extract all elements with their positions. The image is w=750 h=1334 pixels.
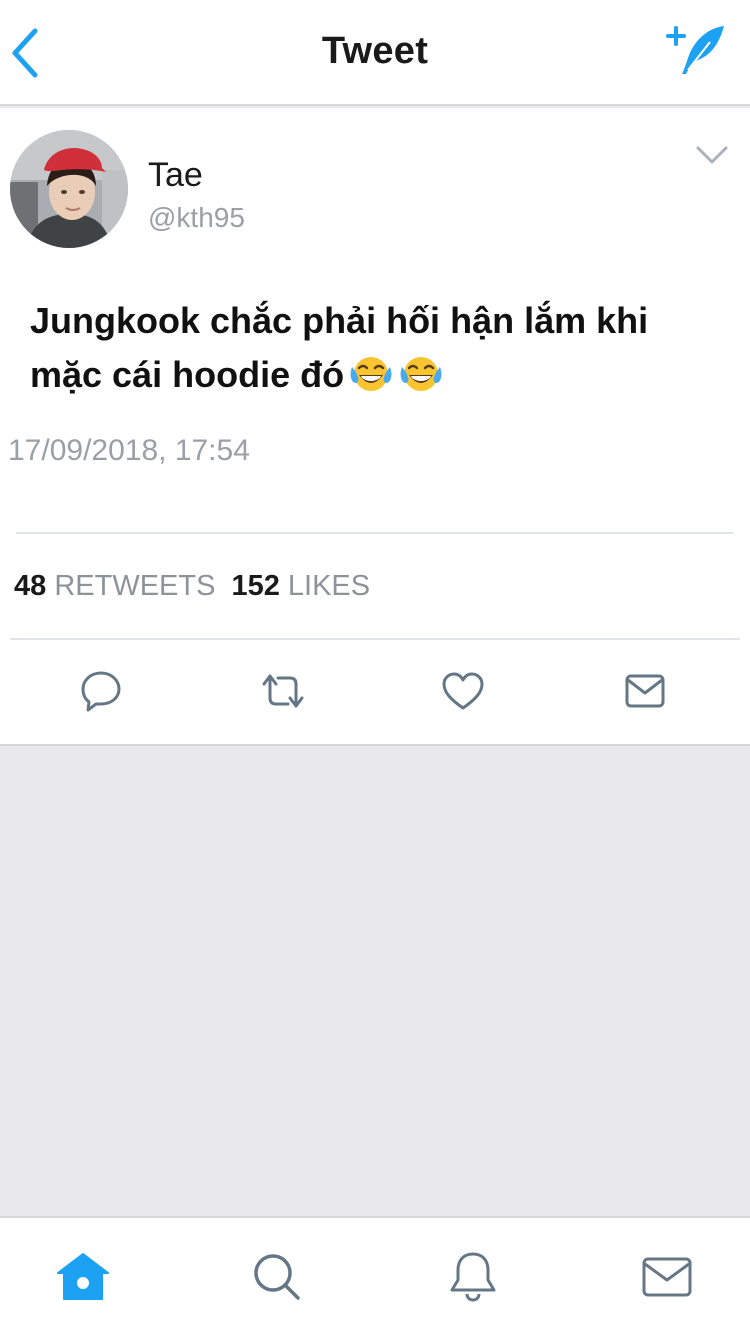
divider [16,532,734,534]
reply-icon [81,671,121,712]
likes-label: LIKES [287,570,371,602]
author-handle[interactable]: @kth95 [148,202,245,234]
retweet-button[interactable] [258,666,308,716]
page-title: Tweet [321,30,429,72]
retweets-stat[interactable]: 48 RETWEETS [14,570,215,602]
engagement-stats: 48 RETWEETS 152 LIKES [14,570,370,603]
tweet-text-line-1: Jungkook chắc phải hối hận lắm khi [30,300,649,341]
notifications-icon [450,1252,496,1302]
compose-tweet-button[interactable] [664,22,730,78]
messages-icon [642,1257,692,1297]
tab-messages[interactable] [638,1248,696,1306]
tweet-text-line-2: mặc cái hoodie đó [30,354,345,395]
direct-message-button[interactable] [620,666,670,716]
retweet-icon [262,674,304,708]
direct-message-icon [625,674,665,708]
tab-search[interactable] [248,1248,306,1306]
like-button[interactable] [438,666,488,716]
tears-of-joy-emoji-icon [398,353,444,410]
like-icon [442,672,484,710]
top-nav-bar: Tweet [0,0,750,106]
tweet-card: Tae @kth95 Jungkook chắc phải hối hận lắ… [0,108,750,746]
tab-notifications[interactable] [444,1248,502,1306]
home-icon [57,1253,109,1300]
likes-stat[interactable]: 152 LIKES [231,570,370,602]
retweets-count: 48 [14,570,47,602]
compose-quill-icon [666,26,724,74]
tweet-text: Jungkook chắc phải hối hận lắm khi mặc c… [30,294,740,410]
search-icon [254,1254,300,1300]
author-display-name[interactable]: Tae [148,156,203,195]
tweet-options-button[interactable] [694,142,730,168]
likes-count: 152 [231,570,280,602]
divider [10,638,740,640]
avatar[interactable] [10,130,128,248]
tweet-text-line-2-container: mặc cái hoodie đó [30,348,740,410]
tears-of-joy-emoji-icon [348,353,394,410]
retweets-label: RETWEETS [54,570,216,602]
bottom-tab-bar [0,1216,750,1334]
chevron-down-icon [696,146,728,164]
reply-button[interactable] [76,666,126,716]
tab-home[interactable] [54,1248,112,1306]
tweet-timestamp: 17/09/2018, 17:54 [8,434,250,467]
